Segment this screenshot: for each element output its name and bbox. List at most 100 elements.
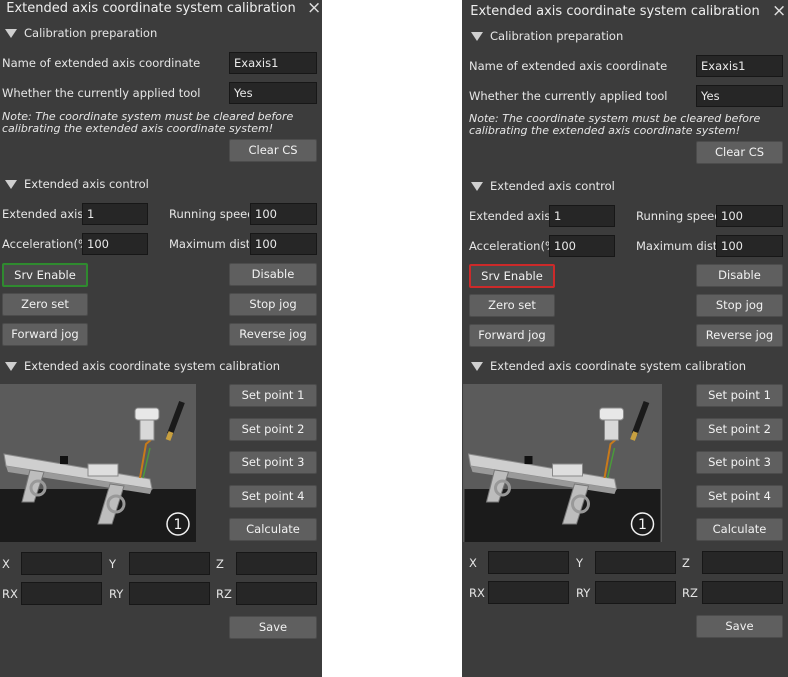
coordinate-system-name-label: Name of extended axis coordinate system: [469, 59, 671, 73]
applied-tool-cs-label: Whether the currently applied tool coord…: [2, 86, 203, 100]
y-label: Y: [109, 557, 117, 571]
save-button[interactable]: Save: [229, 616, 317, 639]
save-button[interactable]: Save: [696, 615, 783, 638]
acceleration-label: Acceleration(%): [2, 237, 82, 251]
z-input[interactable]: [702, 551, 783, 574]
x-label: X: [2, 557, 10, 571]
rx-label: RX: [469, 586, 485, 600]
coordinate-system-name-label: Name of extended axis coordinate system: [2, 56, 203, 70]
rz-label: RZ: [216, 587, 232, 601]
set-point-3-button[interactable]: Set point 3: [696, 451, 783, 474]
collapse-arrow-icon[interactable]: [471, 32, 483, 41]
coordinate-system-name-input[interactable]: Exaxis1: [229, 52, 317, 74]
applied-tool-cs-label: Whether the currently applied tool coord…: [469, 89, 671, 103]
section-title: Extended axis coordinate system calibrat…: [490, 359, 747, 373]
acceleration-input[interactable]: 100: [82, 233, 148, 255]
ry-label: RY: [109, 587, 124, 601]
dialog-title: Extended axis coordinate system calibrat…: [470, 4, 760, 19]
section-cs-calibration[interactable]: Extended axis coordinate system calibrat…: [5, 358, 280, 374]
ry-input[interactable]: [595, 581, 676, 604]
section-extended-axis-control[interactable]: Extended axis control: [471, 178, 615, 194]
applied-tool-cs-select[interactable]: Yes: [229, 82, 317, 104]
x-label: X: [469, 556, 477, 570]
rz-input[interactable]: [702, 581, 783, 604]
calibration-dialog-right: Extended axis coordinate system calibrat…: [462, 0, 788, 677]
calculate-button[interactable]: Calculate: [229, 518, 317, 541]
calculate-button[interactable]: Calculate: [696, 518, 783, 541]
section-title: Calibration preparation: [24, 26, 158, 40]
maximum-distance-input[interactable]: 100: [716, 235, 783, 257]
set-point-4-button[interactable]: Set point 4: [696, 485, 783, 508]
axis-number-input[interactable]: 1: [549, 205, 615, 227]
set-point-2-button[interactable]: Set point 2: [229, 418, 317, 441]
running-speed-input[interactable]: 100: [250, 203, 317, 225]
acceleration-input[interactable]: 100: [549, 235, 615, 257]
calibration-dialog-left: Extended axis coordinate system calibrat…: [0, 0, 322, 677]
clear-cs-button[interactable]: Clear CS: [696, 141, 783, 164]
section-extended-axis-control[interactable]: Extended axis control: [5, 176, 149, 192]
rx-input[interactable]: [21, 582, 102, 605]
maximum-distance-input[interactable]: 100: [250, 233, 317, 255]
forward-jog-button[interactable]: Forward jog: [2, 323, 88, 346]
set-point-3-button[interactable]: Set point 3: [229, 451, 317, 474]
maximum-distance-label: Maximum distance: [636, 239, 716, 253]
axis-number-input[interactable]: 1: [82, 203, 148, 225]
step-number-badge: 1: [174, 517, 183, 533]
rz-input[interactable]: [236, 582, 317, 605]
applied-tool-cs-select[interactable]: Yes: [696, 85, 783, 107]
section-calibration-preparation[interactable]: Calibration preparation: [471, 28, 623, 44]
calibration-illustration: 1: [463, 384, 662, 542]
collapse-arrow-icon[interactable]: [5, 29, 17, 38]
running-speed-label: Running speed(%): [169, 207, 249, 221]
section-title: Calibration preparation: [490, 29, 624, 43]
set-point-4-button[interactable]: Set point 4: [229, 485, 317, 508]
section-calibration-preparation[interactable]: Calibration preparation: [5, 25, 157, 41]
set-point-2-button[interactable]: Set point 2: [696, 418, 783, 441]
calibration-note: Note: The coordinate system must be clea…: [2, 110, 294, 135]
robot-rail-illustration: 1: [0, 384, 196, 542]
z-input[interactable]: [236, 552, 317, 575]
calibration-note: Note: The coordinate system must be clea…: [469, 112, 761, 137]
set-point-1-button[interactable]: Set point 1: [696, 384, 783, 407]
running-speed-input[interactable]: 100: [716, 205, 783, 227]
disable-button[interactable]: Disable: [696, 264, 783, 287]
axis-number-label: Extended axis number: [2, 207, 82, 221]
y-input[interactable]: [129, 552, 210, 575]
close-icon[interactable]: ×: [772, 2, 786, 20]
section-cs-calibration[interactable]: Extended axis coordinate system calibrat…: [471, 358, 746, 374]
reverse-jog-button[interactable]: Reverse jog: [696, 324, 783, 347]
srv-enable-button[interactable]: Srv Enable: [469, 264, 555, 288]
clear-cs-button[interactable]: Clear CS: [229, 139, 317, 162]
section-title: Extended axis control: [490, 179, 615, 193]
coordinate-system-name-input[interactable]: Exaxis1: [696, 55, 783, 77]
y-input[interactable]: [595, 551, 676, 574]
x-input[interactable]: [488, 551, 569, 574]
srv-enable-button[interactable]: Srv Enable: [2, 263, 88, 287]
maximum-distance-label: Maximum distance: [169, 237, 249, 251]
reverse-jog-button[interactable]: Reverse jog: [229, 323, 317, 346]
set-point-1-button[interactable]: Set point 1: [229, 384, 317, 407]
collapse-arrow-icon[interactable]: [471, 182, 483, 191]
stop-jog-button[interactable]: Stop jog: [229, 293, 317, 316]
axis-number-label: Extended axis number: [469, 209, 549, 223]
dialog-title: Extended axis coordinate system calibrat…: [6, 1, 296, 16]
disable-button[interactable]: Disable: [229, 263, 317, 286]
collapse-arrow-icon[interactable]: [471, 362, 483, 371]
close-icon[interactable]: ×: [307, 0, 321, 17]
forward-jog-button[interactable]: Forward jog: [469, 324, 555, 347]
zero-set-button[interactable]: Zero set: [469, 294, 555, 317]
rx-input[interactable]: [488, 581, 569, 604]
collapse-arrow-icon[interactable]: [5, 362, 17, 371]
robot-rail-illustration: 1: [464, 384, 661, 542]
running-speed-label: Running speed(%): [636, 209, 716, 223]
z-label: Z: [216, 557, 224, 571]
acceleration-label: Acceleration(%): [469, 239, 549, 253]
collapse-arrow-icon[interactable]: [5, 180, 17, 189]
z-label: Z: [682, 556, 690, 570]
ry-input[interactable]: [129, 582, 210, 605]
ry-label: RY: [576, 586, 591, 600]
zero-set-button[interactable]: Zero set: [2, 293, 88, 316]
x-input[interactable]: [21, 552, 102, 575]
stop-jog-button[interactable]: Stop jog: [696, 294, 783, 317]
rx-label: RX: [2, 587, 18, 601]
